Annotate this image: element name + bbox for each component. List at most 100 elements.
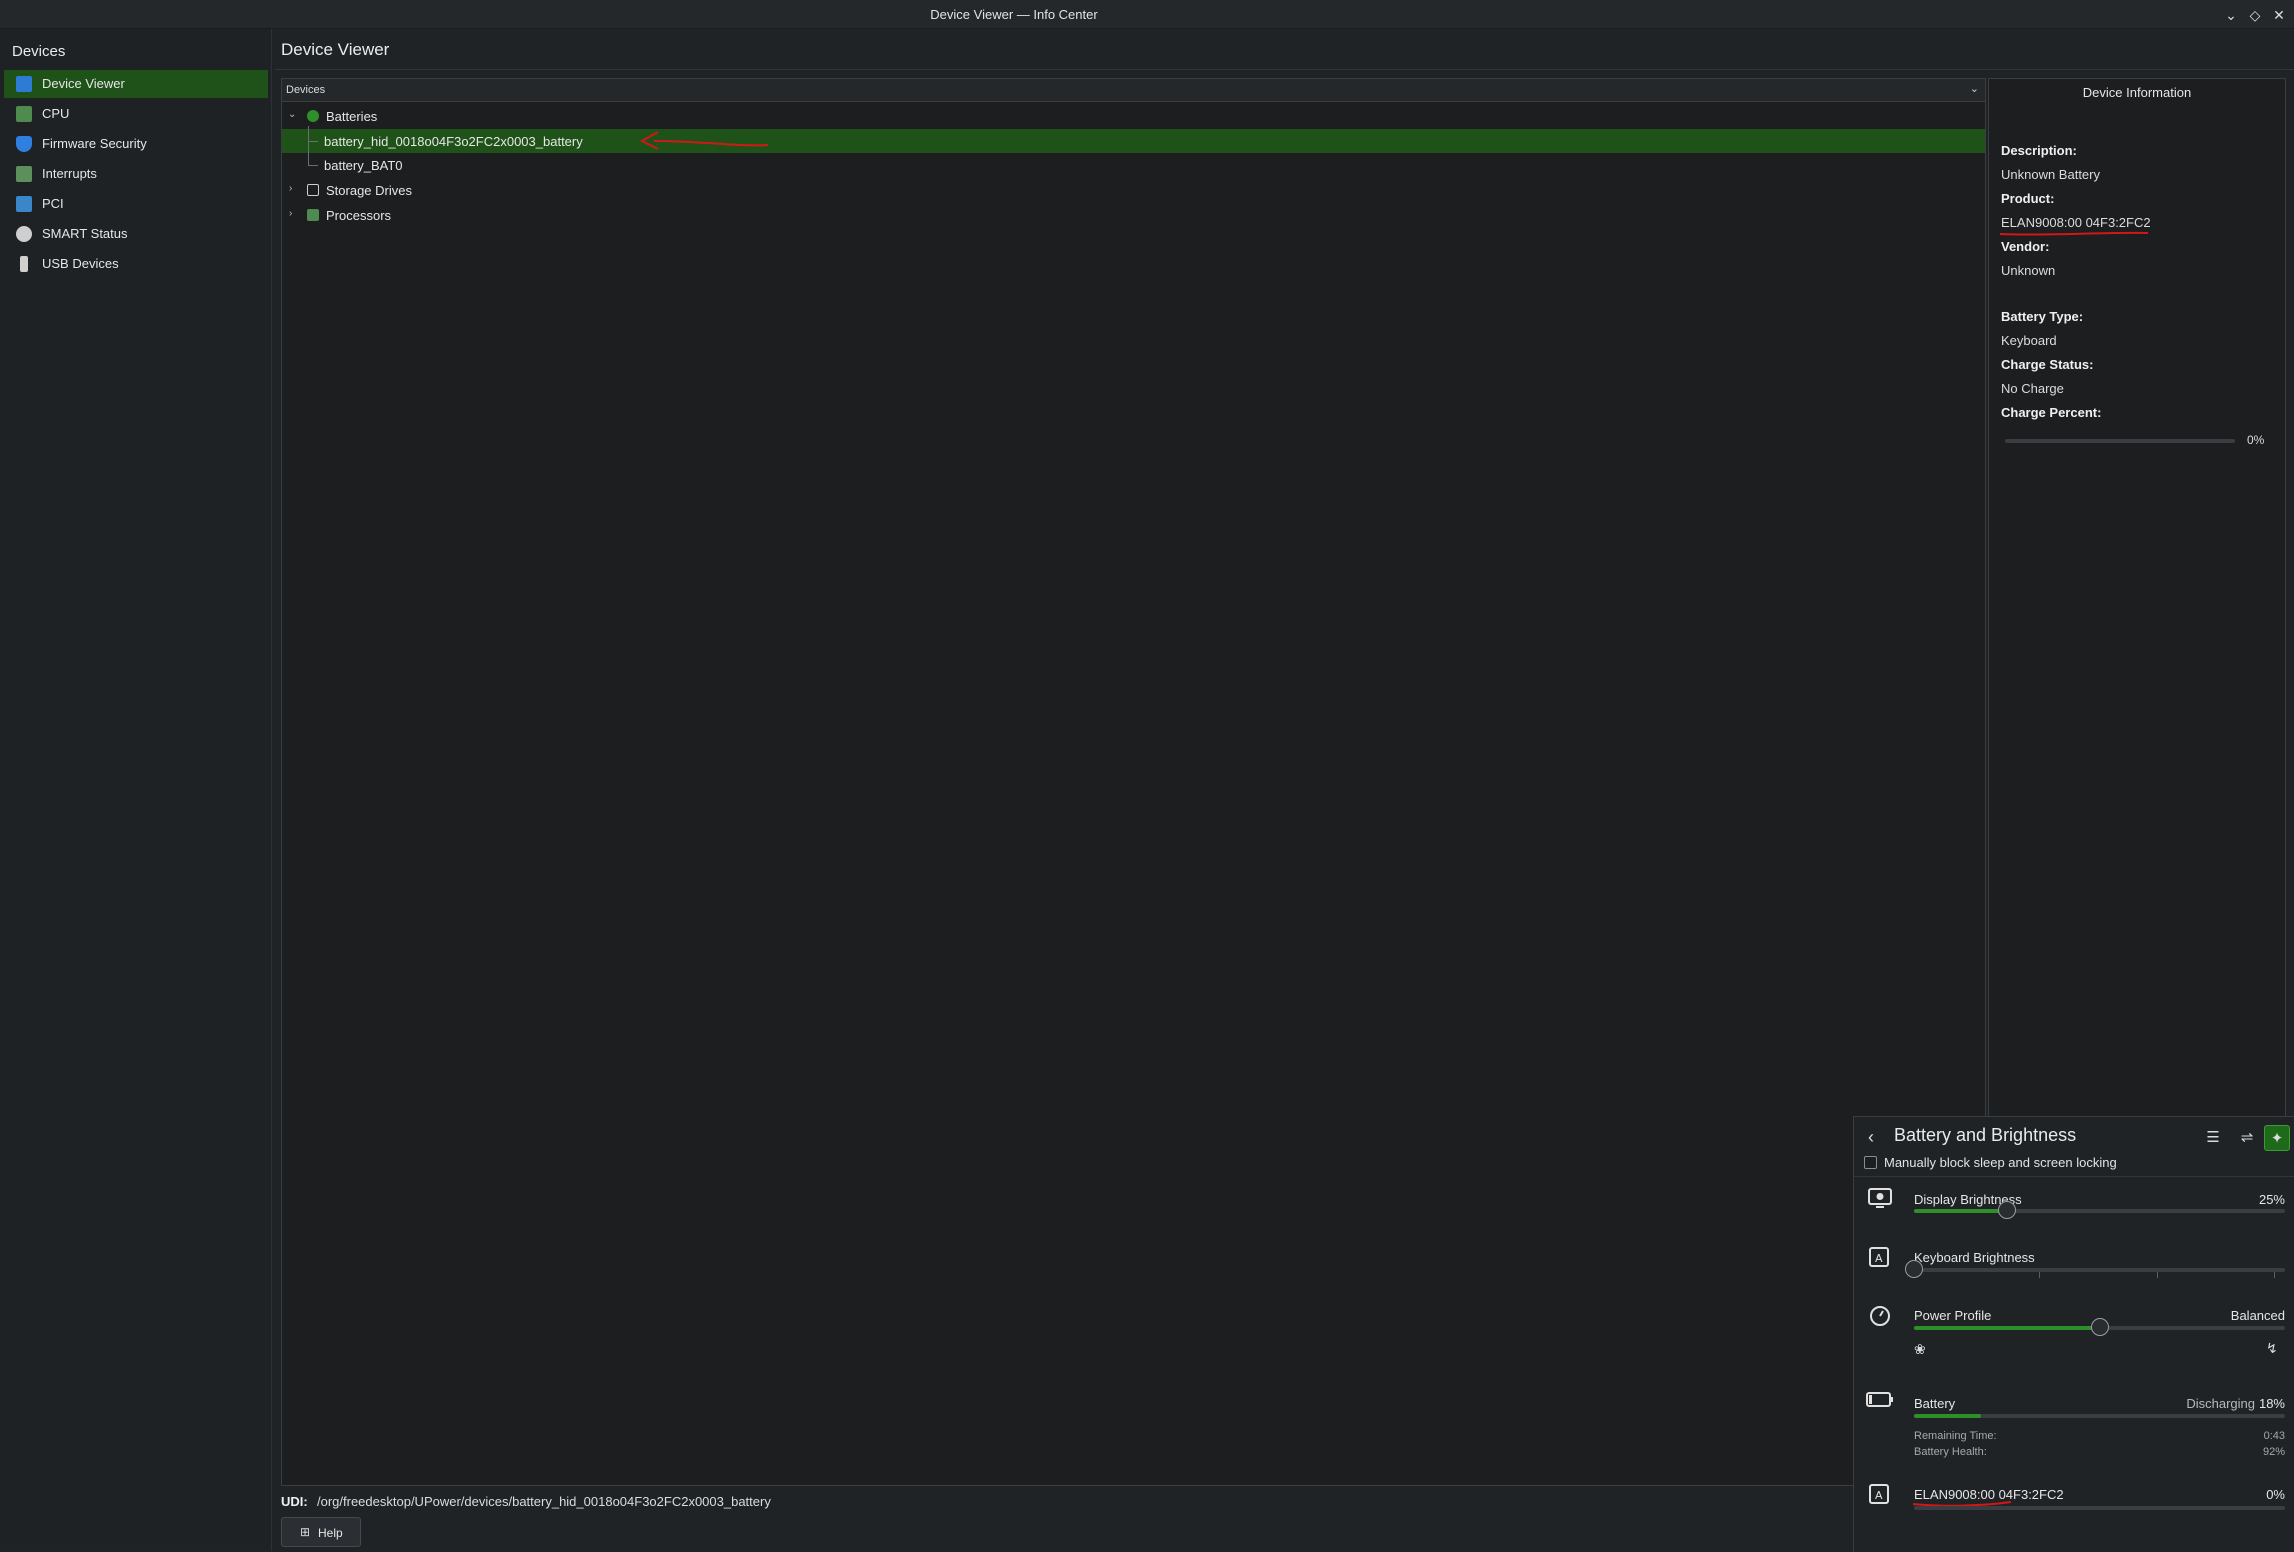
- usb-icon: [20, 256, 28, 272]
- tree-row-processors[interactable]: › Processors: [282, 203, 1985, 227]
- shield-icon: [16, 136, 32, 152]
- sidebar-item-label: SMART Status: [42, 226, 128, 241]
- chevron-down-icon[interactable]: ⌄: [288, 109, 296, 120]
- battery-percent: 18%: [2258, 1396, 2285, 1411]
- slider-handle[interactable]: [1905, 1260, 1923, 1278]
- sidebar-item-device-viewer[interactable]: Device Viewer: [4, 70, 268, 98]
- tree-branch-line: [308, 141, 309, 165]
- tree-label: Processors: [326, 208, 392, 223]
- info-header: Device Information: [1989, 79, 2285, 105]
- sidebar-item-label: USB Devices: [42, 256, 119, 271]
- remaining-time-label: Remaining Time:: [1914, 1430, 1997, 1442]
- battery-health-value: 92%: [2262, 1446, 2285, 1458]
- tree-label: battery_BAT0: [324, 158, 403, 173]
- field-key: Charge Percent:: [2001, 405, 2102, 420]
- tree-header[interactable]: Devices ⌄: [282, 79, 1985, 102]
- keyboard-brightness-icon: A: [1866, 1245, 1894, 1273]
- power-save-leaf-icon: ❀: [1914, 1341, 1926, 1357]
- device-level-bar: [1914, 1506, 2285, 1510]
- keyboard-brightness-label: Keyboard Brightness: [1914, 1250, 2035, 1265]
- sidebar-item-interrupts[interactable]: Interrupts: [4, 160, 268, 188]
- sidebar-item-pci[interactable]: PCI: [4, 190, 268, 218]
- power-profile-label: Power Profile: [1914, 1308, 1992, 1323]
- device-tree: Devices ⌄ ⌄ Batteries battery_hid_0018o0…: [281, 78, 1986, 1486]
- tree-label: Batteries: [326, 109, 378, 124]
- minimize-button[interactable]: ⌄: [2222, 6, 2240, 24]
- sidebar-item-label: Device Viewer: [42, 76, 125, 91]
- field-key: Product:: [2001, 191, 2055, 206]
- charge-percent-text: 0%: [2247, 433, 2265, 447]
- interrupts-icon: [16, 166, 32, 182]
- slider-handle[interactable]: [1997, 1201, 2016, 1219]
- battery-icon: [1866, 1390, 1894, 1418]
- pci-icon: [16, 196, 32, 212]
- inhibit-checkbox[interactable]: [1864, 1156, 1877, 1169]
- page-title: Device Viewer: [281, 40, 390, 59]
- tree-row-storage-drives[interactable]: › Storage Drives: [282, 178, 1985, 202]
- device-information-panel: Device Information Description: Unknown …: [1988, 78, 2286, 1122]
- field-key: Charge Status:: [2001, 357, 2094, 372]
- display-brightness-slider[interactable]: [1914, 1201, 2285, 1219]
- display-brightness-value: 25%: [2258, 1192, 2285, 1207]
- battery-label: Battery: [1914, 1396, 1956, 1411]
- battery-level-fill: [1914, 1414, 1981, 1418]
- menu-icon[interactable]: ☰: [2200, 1125, 2226, 1151]
- sidebar-item-label: Firmware Security: [42, 136, 147, 151]
- tree-header-label: Devices: [286, 84, 326, 96]
- keyboard-brightness-slider[interactable]: [1905, 1260, 2285, 1278]
- field-key: Battery Type:: [2001, 309, 2084, 324]
- sidebar-item-label: PCI: [42, 196, 64, 211]
- slider-fill: [1914, 1209, 2007, 1213]
- charge-progress-bar: [2005, 439, 2235, 443]
- annotation-arrow-icon: [639, 131, 769, 150]
- battery-status: Discharging: [2186, 1396, 2255, 1411]
- inhibit-label: Manually block sleep and screen locking: [1884, 1155, 2117, 1170]
- tree-row-battery-bat0[interactable]: battery_BAT0: [282, 141, 1985, 177]
- svg-text:A: A: [1875, 1252, 1883, 1265]
- power-profile-slider[interactable]: [1914, 1318, 2285, 1336]
- slider-tick: [2274, 1272, 2275, 1278]
- udi-label: UDI:: [281, 1494, 308, 1509]
- field-value: Unknown: [2001, 263, 2056, 278]
- tree-row-battery-hid[interactable]: battery_hid_0018o04F3o2FC2x0003_battery: [282, 126, 1985, 153]
- battery-brightness-popup: ‹ Battery and Brightness ☰ ⇌ ✦ Manually …: [1853, 1116, 2294, 1552]
- display-brightness-icon: [1866, 1187, 1894, 1215]
- field-key: Description:: [2001, 143, 2077, 158]
- slider-handle[interactable]: [2090, 1318, 2109, 1336]
- chevron-down-icon[interactable]: ⌄: [1970, 82, 1979, 95]
- annotation-underline-icon: [1999, 231, 2149, 236]
- performance-bolt-icon: ↯: [2266, 1340, 2278, 1356]
- slider-fill: [1914, 1326, 2100, 1330]
- title-bar: Device Viewer — Info Center ⌄ ◇ ✕: [0, 0, 2294, 29]
- sidebar-item-cpu[interactable]: CPU: [4, 100, 268, 128]
- pin-icon[interactable]: ✦: [2264, 1125, 2290, 1151]
- sidebar-item-firmware-security[interactable]: Firmware Security: [4, 130, 268, 158]
- cpu-icon: [16, 106, 32, 122]
- power-profile-icon: [1866, 1303, 1894, 1331]
- device-percent: 0%: [2266, 1487, 2285, 1502]
- info-device-icon: [16, 76, 32, 92]
- sidebar-item-smart-status[interactable]: SMART Status: [4, 220, 268, 248]
- chevron-right-icon[interactable]: ›: [289, 208, 292, 219]
- cpu-icon: [307, 209, 319, 221]
- slider-tick: [2039, 1272, 2040, 1278]
- tree-branch-line: [308, 126, 309, 141]
- smart-status-icon: [16, 226, 32, 242]
- back-arrow-icon[interactable]: ‹: [1868, 1127, 1874, 1148]
- power-profile-value: Balanced: [2230, 1308, 2285, 1323]
- close-button[interactable]: ✕: [2270, 6, 2288, 24]
- tree-branch-line: [308, 165, 318, 166]
- configure-icon[interactable]: ⇌: [2234, 1125, 2260, 1151]
- field-value: Unknown Battery: [2001, 167, 2100, 182]
- maximize-button[interactable]: ◇: [2246, 6, 2264, 24]
- keyboard-device-icon: A: [1866, 1482, 1894, 1510]
- tree-label: battery_hid_0018o04F3o2FC2x0003_battery: [324, 134, 583, 149]
- info-title: Device Information: [2082, 85, 2192, 100]
- sidebar-item-usb-devices[interactable]: USB Devices: [4, 250, 268, 278]
- tree-row-batteries[interactable]: ⌄ Batteries: [282, 104, 1985, 128]
- help-button[interactable]: ⊞ Help: [281, 1517, 361, 1547]
- battery-health-label: Battery Health:: [1914, 1446, 1987, 1458]
- sidebar: Devices Device Viewer CPU Firmware Secur…: [0, 29, 272, 1551]
- chevron-right-icon[interactable]: ›: [289, 183, 292, 194]
- help-icon: ⊞: [300, 1525, 311, 1539]
